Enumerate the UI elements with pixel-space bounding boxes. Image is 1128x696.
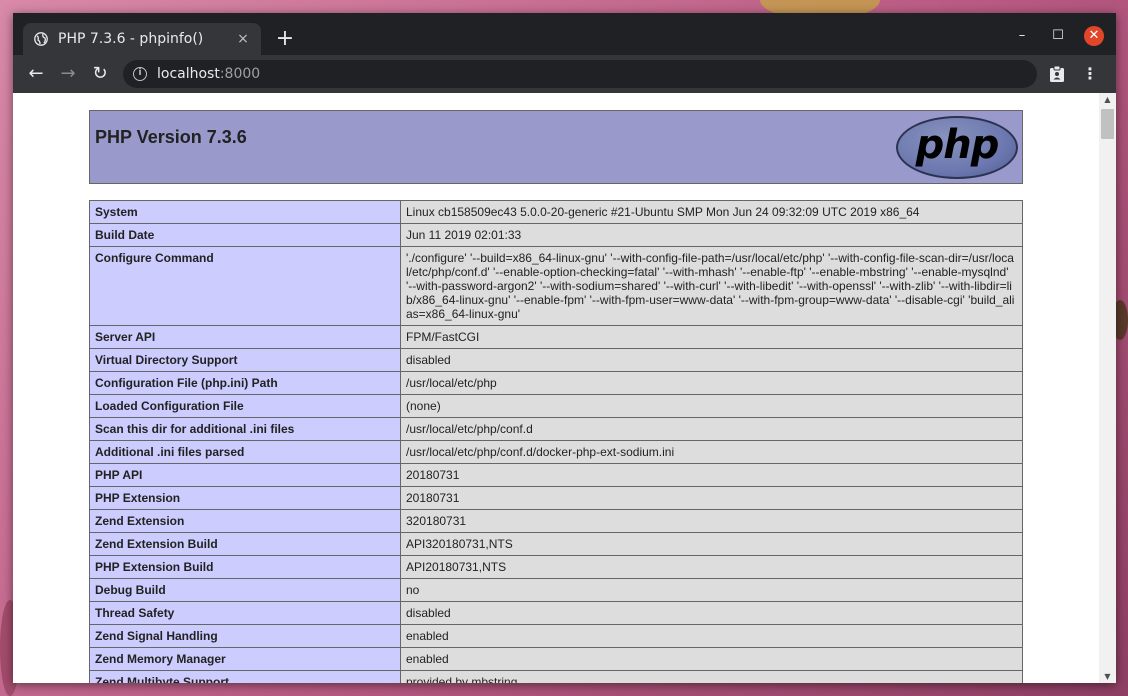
table-row: Configuration File (php.ini) Path/usr/lo… xyxy=(89,371,1023,395)
close-icon[interactable]: × xyxy=(235,31,251,47)
menu-icon[interactable]: ⋮ xyxy=(1081,65,1099,83)
scroll-down-arrow-icon[interactable]: ▼ xyxy=(1103,672,1112,681)
row-value: enabled xyxy=(400,624,1023,648)
row-label: Thread Safety xyxy=(89,601,401,625)
row-label: Zend Signal Handling xyxy=(89,624,401,648)
row-label: System xyxy=(89,200,401,224)
row-value: API320180731,NTS xyxy=(400,532,1023,556)
row-label: Build Date xyxy=(89,223,401,247)
row-value: no xyxy=(400,578,1023,602)
table-row: System Linux cb158509ec43 5.0.0-20-generi… xyxy=(89,200,1023,224)
window-close-button[interactable]: ✕ xyxy=(1084,26,1104,46)
table-row: Zend Extension Build API320180731,NTS xyxy=(89,532,1023,556)
row-value: Jun 11 2019 02:01:33 xyxy=(400,223,1023,247)
row-value: 320180731 xyxy=(400,509,1023,533)
row-value: Linux cb158509ec43 5.0.0-20-generic #21-… xyxy=(400,200,1023,224)
table-row: PHP Extension 20180731 xyxy=(89,486,1023,510)
row-label: Configure Command xyxy=(89,246,401,326)
row-label: PHP API xyxy=(89,463,401,487)
table-row: Zend Signal Handling enabled xyxy=(89,624,1023,648)
minimize-button[interactable]: – xyxy=(1011,25,1033,47)
browser-titlebar: PHP 7.3.6 - phpinfo() × + – ☐ ✕ xyxy=(13,13,1116,55)
scrollbar-thumb[interactable] xyxy=(1101,109,1114,139)
row-label: Server API xyxy=(89,325,401,349)
table-row: Zend Extension 320180731 xyxy=(89,509,1023,533)
row-value: 20180731 xyxy=(400,486,1023,510)
table-row: Server API FPM/FastCGI xyxy=(89,325,1023,349)
maximize-button[interactable]: ☐ xyxy=(1047,25,1069,47)
row-value: /usr/local/etc/php/conf.d/docker-php-ext… xyxy=(400,440,1023,464)
page-viewport: PHP Version 7.3.6 php System Linux cb1585… xyxy=(13,93,1099,683)
table-row: Configure Command './configure' '--build=… xyxy=(89,246,1023,326)
table-row: PHP Extension Build API20180731,NTS xyxy=(89,555,1023,579)
php-logo[interactable]: php xyxy=(896,116,1018,179)
row-value: disabled xyxy=(400,348,1023,372)
row-label: Debug Build xyxy=(89,578,401,602)
table-row: Zend Multibyte Support provided by mbstri… xyxy=(89,670,1023,683)
row-value: provided by mbstring xyxy=(400,670,1023,683)
table-row: PHP API 20180731 xyxy=(89,463,1023,487)
table-row: Virtual Directory Support disabled xyxy=(89,348,1023,372)
new-tab-button[interactable]: + xyxy=(273,28,297,52)
url-port: :8000 xyxy=(219,66,261,82)
row-value: disabled xyxy=(400,601,1023,625)
table-row: Zend Memory Manager enabled xyxy=(89,647,1023,671)
row-value: enabled xyxy=(400,647,1023,671)
tab-title: PHP 7.3.6 - phpinfo() xyxy=(58,31,204,47)
row-label: Virtual Directory Support xyxy=(89,348,401,372)
row-label: Additional .ini files parsed xyxy=(89,440,401,464)
php-header: PHP Version 7.3.6 php xyxy=(89,110,1023,184)
row-value: './configure' '--build=x86_64-linux-gnu'… xyxy=(400,246,1023,326)
row-label: Loaded Configuration File xyxy=(89,394,401,418)
row-label: Zend Multibyte Support xyxy=(89,670,401,683)
globe-icon xyxy=(33,31,49,47)
table-row: Build Date Jun 11 2019 02:01:33 xyxy=(89,223,1023,247)
address-bar[interactable]: i localhost:8000 xyxy=(123,60,1037,88)
scroll-up-arrow-icon[interactable]: ▲ xyxy=(1103,95,1112,104)
row-label: Zend Extension xyxy=(89,509,401,533)
row-label: PHP Extension xyxy=(89,486,401,510)
page-title: PHP Version 7.3.6 xyxy=(95,127,247,147)
table-row: Scan this dir for additional .ini files /… xyxy=(89,417,1023,441)
row-value: /usr/local/etc/php/conf.d xyxy=(400,417,1023,441)
row-label: Configuration File (php.ini) Path xyxy=(89,371,401,395)
scrollbar[interactable]: ▲ ▼ xyxy=(1099,93,1116,683)
row-value: 20180731 xyxy=(400,463,1023,487)
table-row: Thread Safety disabled xyxy=(89,601,1023,625)
table-row: Loaded Configuration File (none) xyxy=(89,394,1023,418)
clipboard-icon[interactable] xyxy=(1048,65,1066,83)
php-logo-text: php xyxy=(915,121,1000,168)
table-row: Debug Build no xyxy=(89,578,1023,602)
row-label: PHP Extension Build xyxy=(89,555,401,579)
forward-button[interactable]: → xyxy=(56,62,80,86)
info-icon[interactable]: i xyxy=(133,67,147,81)
phpinfo-table: System Linux cb158509ec43 5.0.0-20-generi… xyxy=(89,200,1023,683)
url-host: localhost xyxy=(157,66,220,82)
browser-window: PHP 7.3.6 - phpinfo() × + – ☐ ✕ ← → ↻ i … xyxy=(13,13,1116,683)
row-label: Zend Extension Build xyxy=(89,532,401,556)
row-value: API20180731,NTS xyxy=(400,555,1023,579)
row-value: /usr/local/etc/php xyxy=(400,371,1023,395)
browser-tab[interactable]: PHP 7.3.6 - phpinfo() × xyxy=(23,23,261,55)
reload-button[interactable]: ↻ xyxy=(88,62,112,86)
row-label: Scan this dir for additional .ini files xyxy=(89,417,401,441)
row-value: FPM/FastCGI xyxy=(400,325,1023,349)
row-label: Zend Memory Manager xyxy=(89,647,401,671)
browser-toolbar: ← → ↻ i localhost:8000 ⋮ xyxy=(13,55,1116,93)
back-button[interactable]: ← xyxy=(24,62,48,86)
table-row: Additional .ini files parsed/usr/local/e… xyxy=(89,440,1023,464)
row-value: (none) xyxy=(400,394,1023,418)
